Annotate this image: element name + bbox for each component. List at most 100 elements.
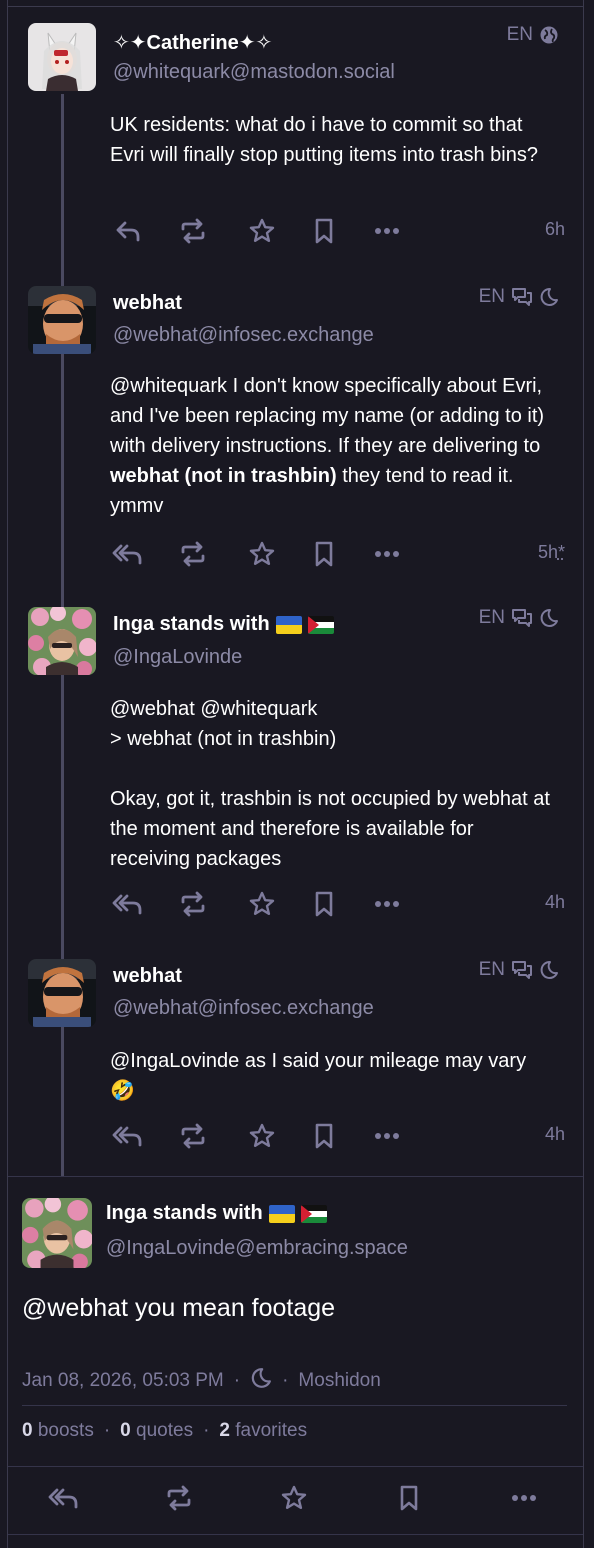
author-name[interactable]: ✧✦Catherine✦✧	[113, 30, 272, 55]
language-label: EN	[478, 959, 505, 980]
thread-post[interactable]: Inga stands with @IngaLovinde EN @webhat…	[8, 604, 583, 934]
conversation-icon	[511, 287, 533, 307]
divider	[22, 1405, 567, 1406]
post-meta: EN	[507, 24, 559, 46]
favorites-stat[interactable]: 2 favorites	[219, 1420, 307, 1442]
avatar[interactable]	[28, 286, 96, 354]
more-icon[interactable]	[369, 213, 405, 249]
reply-icon[interactable]	[110, 213, 146, 249]
author-name[interactable]: webhat	[113, 292, 182, 315]
post-time[interactable]: 5h*	[538, 542, 565, 563]
avatar[interactable]	[22, 1198, 92, 1268]
separator-dot: ·	[233, 1370, 241, 1391]
author-handle[interactable]: @whitequark@mastodon.social	[113, 61, 395, 84]
divider	[8, 1534, 583, 1535]
author-name-text: Inga stands with	[106, 1202, 263, 1224]
more-icon[interactable]	[369, 1118, 405, 1154]
language-label: EN	[478, 607, 505, 628]
bookmark-icon[interactable]	[306, 1118, 342, 1154]
post-text-part: @whitequark I don't know specifically ab…	[110, 375, 545, 457]
author-handle[interactable]: @IngaLovinde@embracing.space	[106, 1237, 408, 1260]
avatar[interactable]	[28, 959, 96, 1027]
author-handle[interactable]: @IngaLovinde	[113, 646, 242, 669]
post-time-value: 5h	[537, 542, 558, 562]
frame-top-border	[7, 6, 584, 7]
boosts-label: boosts	[37, 1420, 94, 1441]
author-name[interactable]: Inga stands with	[106, 1202, 327, 1225]
separator-dot: ·	[203, 1420, 210, 1441]
quotes-label: quotes	[136, 1420, 194, 1441]
favorite-icon[interactable]	[244, 886, 280, 922]
more-icon[interactable]	[369, 536, 405, 572]
conversation-icon	[511, 960, 533, 980]
boost-icon[interactable]	[175, 536, 211, 572]
favorite-icon[interactable]	[244, 213, 280, 249]
post-text: @IngaLovinde as I said your mileage may …	[110, 1050, 527, 1102]
app-name[interactable]: Moshidon	[298, 1370, 380, 1392]
moon-icon	[250, 1367, 272, 1395]
reply-all-icon[interactable]	[110, 536, 146, 572]
boost-icon[interactable]	[175, 886, 211, 922]
favorites-label: favorites	[235, 1420, 308, 1441]
moon-icon	[539, 608, 559, 628]
post-time[interactable]: 4h	[545, 892, 565, 913]
palestine-flag-icon	[307, 615, 334, 634]
quotes-stat[interactable]: 0 quotes	[120, 1420, 193, 1442]
bookmark-icon[interactable]	[391, 1480, 427, 1516]
favorite-icon[interactable]	[276, 1480, 312, 1516]
post-time[interactable]: 4h	[545, 1124, 565, 1145]
post-actions: 4h	[110, 886, 565, 922]
post-content: @IngaLovinde as I said your mileage may …	[110, 1046, 550, 1106]
post-content: @webhat you mean footage	[22, 1294, 336, 1322]
ukraine-flag-icon	[275, 615, 302, 634]
reply-all-icon[interactable]	[110, 1118, 146, 1154]
bookmark-icon[interactable]	[306, 536, 342, 572]
divider	[8, 1176, 583, 1177]
post-text-bold: webhat (not in trashbin)	[110, 465, 337, 487]
focus-actions	[22, 1480, 567, 1516]
thread-post[interactable]: webhat @webhat@infosec.exchange EN @Inga…	[8, 956, 583, 1166]
moon-icon	[539, 287, 559, 307]
globe-icon	[539, 25, 559, 45]
boost-icon[interactable]	[175, 1118, 211, 1154]
post-text: @webhat @whitequark	[110, 698, 318, 720]
more-icon[interactable]	[369, 886, 405, 922]
boost-icon[interactable]	[161, 1480, 197, 1516]
reply-all-icon[interactable]	[46, 1480, 82, 1516]
moon-icon	[539, 960, 559, 980]
bookmark-icon[interactable]	[306, 213, 342, 249]
bookmark-icon[interactable]	[306, 886, 342, 922]
palestine-flag-icon	[300, 1204, 327, 1223]
favorite-icon[interactable]	[244, 1118, 280, 1154]
language-label: EN	[506, 24, 533, 45]
post-meta: EN	[479, 607, 559, 629]
post-date[interactable]: Jan 08, 2026, 05:03 PM	[22, 1370, 224, 1392]
post-actions: 5h*	[110, 536, 565, 572]
author-handle[interactable]: @webhat@infosec.exchange	[113, 324, 374, 347]
post-time[interactable]: 6h	[545, 219, 565, 240]
author-name[interactable]: webhat	[113, 965, 182, 988]
separator-dot: ·	[103, 1420, 111, 1441]
reply-all-icon[interactable]	[110, 886, 146, 922]
post-content: UK residents: what do i have to commit s…	[110, 110, 550, 170]
separator-dot: ·	[282, 1370, 289, 1391]
author-name[interactable]: Inga stands with	[113, 613, 334, 636]
avatar[interactable]	[28, 23, 96, 91]
divider	[8, 1466, 583, 1467]
post-text: UK residents: what do i have to commit s…	[110, 114, 538, 166]
more-icon[interactable]	[506, 1480, 542, 1516]
avatar[interactable]	[28, 607, 96, 675]
post-meta: EN	[479, 286, 559, 308]
boosts-stat[interactable]: 0 boosts	[22, 1420, 94, 1442]
language-label: EN	[478, 286, 505, 307]
ukraine-flag-icon	[268, 1204, 295, 1223]
edited-marker: *	[557, 542, 565, 562]
post-actions: 6h	[110, 213, 565, 249]
favorite-icon[interactable]	[244, 536, 280, 572]
thread-post[interactable]: webhat @webhat@infosec.exchange EN @whit…	[8, 283, 583, 583]
boost-icon[interactable]	[175, 213, 211, 249]
thread-post[interactable]: ✧✦Catherine✦✧ @whitequark@mastodon.socia…	[8, 20, 583, 260]
author-name-text: Inga stands with	[113, 613, 270, 635]
author-handle[interactable]: @webhat@infosec.exchange	[113, 997, 374, 1020]
post-content: @whitequark I don't know specifically ab…	[110, 371, 550, 521]
